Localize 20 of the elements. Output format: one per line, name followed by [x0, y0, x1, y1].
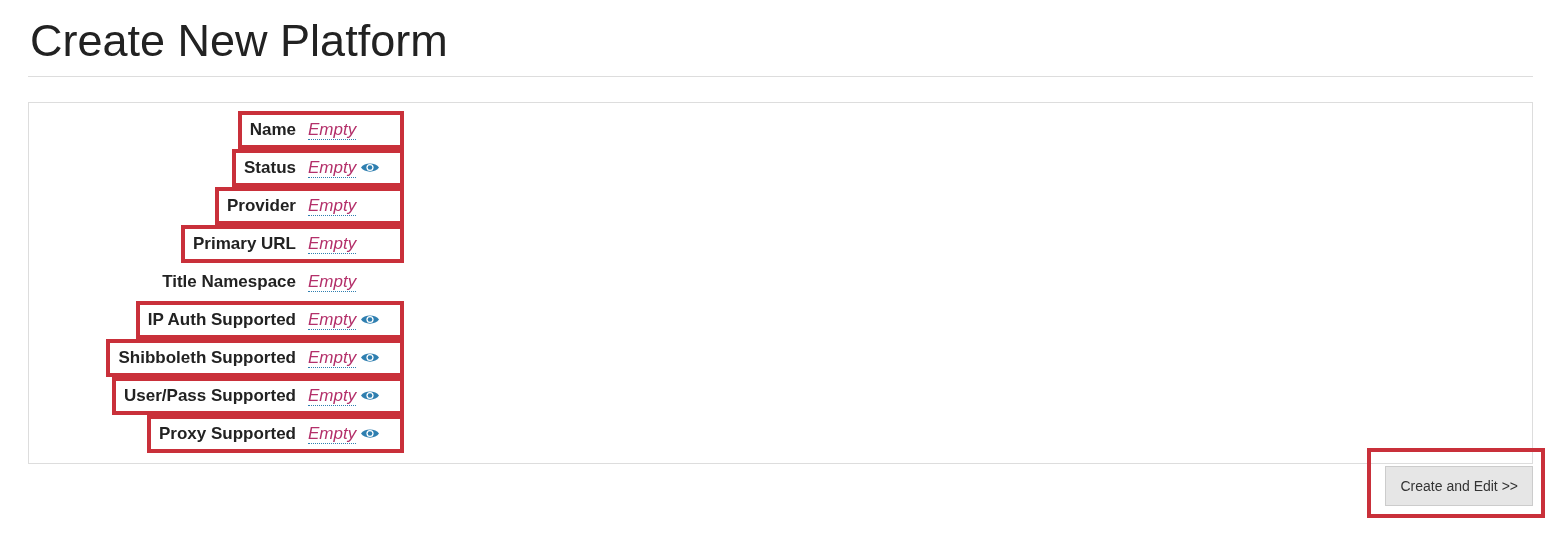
- create-and-edit-button[interactable]: Create and Edit >>: [1385, 466, 1533, 506]
- empty-value-link[interactable]: Empty: [308, 271, 357, 293]
- field-label: IP Auth Supported: [147, 309, 296, 332]
- field-label: Title Namespace: [162, 271, 296, 294]
- field-label: Status: [244, 157, 296, 180]
- empty-value-link[interactable]: Empty: [308, 385, 357, 407]
- field-label: Primary URL: [193, 233, 296, 256]
- empty-value-link[interactable]: Empty: [308, 233, 357, 255]
- empty-value-link[interactable]: Empty: [308, 423, 357, 445]
- empty-value-link[interactable]: Empty: [308, 347, 357, 369]
- page-title: Create New Platform: [29, 14, 449, 68]
- field-label: Shibboleth Supported: [118, 347, 296, 370]
- field-label: Proxy Supported: [159, 423, 296, 446]
- field-label: User/Pass Supported: [124, 385, 296, 408]
- empty-value-link[interactable]: Empty: [308, 309, 357, 331]
- field-label: Name: [249, 119, 296, 142]
- empty-value-link[interactable]: Empty: [308, 119, 357, 141]
- field-label: Provider: [227, 195, 296, 218]
- empty-value-link[interactable]: Empty: [308, 157, 357, 179]
- empty-value-link[interactable]: Empty: [308, 195, 357, 217]
